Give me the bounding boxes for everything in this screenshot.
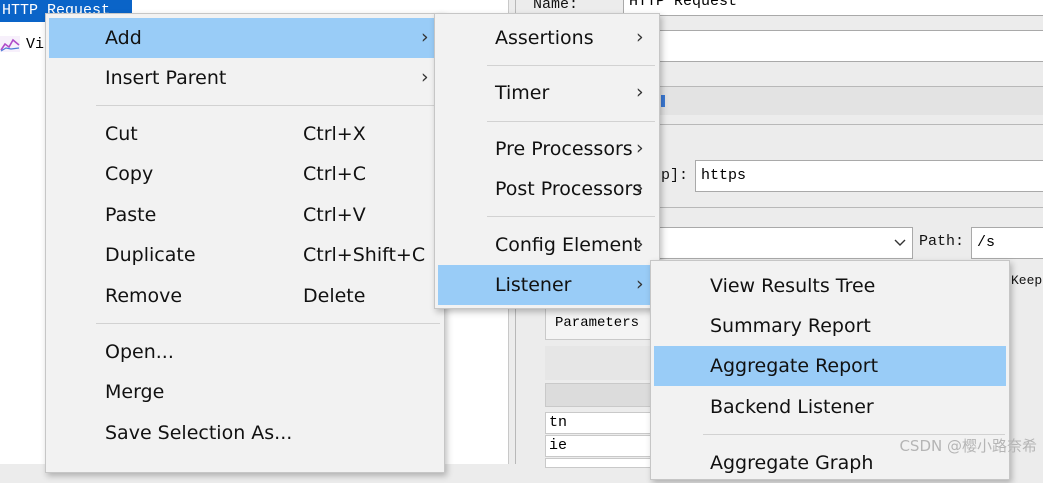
chevron-right-icon: › [421,66,429,88]
menu-item-shortcut: Ctrl+V [303,204,366,226]
chevron-right-icon: › [636,137,644,159]
tab-label: Parameters [555,315,640,331]
chevron-right-icon: › [636,177,644,199]
menu-item-label: Merge [105,381,165,403]
menu-item-label: Summary Report [710,315,871,337]
path-label: Path: [919,233,965,250]
tree-node-view-results[interactable]: Vi [0,32,44,54]
menu-item-save-selection-as[interactable]: Save Selection As... [49,413,441,453]
menu-separator [487,216,655,217]
protocol-value: https [701,167,747,184]
menu-item-timer[interactable]: Timer › [438,73,656,113]
table-row[interactable]: ie [545,435,653,457]
name-value: HTTP Request [629,0,738,10]
menu-item-insert-parent[interactable]: Insert Parent › [49,58,441,98]
table-row[interactable] [545,458,653,468]
menu-item-backend-listener[interactable]: Backend Listener [654,387,1006,427]
comments-field[interactable] [659,30,1043,62]
menu-item-label: Aggregate Graph [710,452,874,474]
menu-item-pre-processors[interactable]: Pre Processors › [438,129,656,169]
menu-item-label: Aggregate Report [710,355,879,377]
chevron-right-icon: › [636,26,644,48]
table-header [545,383,653,407]
add-submenu: Assertions › Timer › Pre Processors › Po… [434,13,660,309]
section-divider [659,207,1043,208]
section-divider [659,124,1043,125]
menu-item-label: Assertions [495,27,594,49]
menu-item-label: Open... [105,341,174,363]
menu-item-label: Copy [105,163,154,185]
chevron-right-icon: › [421,26,429,48]
menu-separator [487,65,655,66]
tab-marker [661,95,665,107]
menu-item-merge[interactable]: Merge [49,372,441,412]
chart-listener-icon [0,35,20,52]
menu-item-label: Paste [105,204,157,226]
menu-item-copy[interactable]: Copy Ctrl+C [49,154,441,194]
table-toolbar [545,346,653,380]
menu-item-add[interactable]: Add › [49,18,441,58]
protocol-label: p]: [661,167,689,184]
menu-item-label: Post Processors [495,178,643,200]
menu-item-post-processors[interactable]: Post Processors › [438,169,656,209]
name-field[interactable]: HTTP Request [623,0,1043,16]
keep-alive-label: Keep [1011,273,1043,288]
chevron-down-icon [894,239,906,246]
path-value: /s [977,234,996,251]
protocol-field[interactable]: https [695,160,1043,192]
tree-node-label: Vi [26,36,45,53]
menu-item-label: Backend Listener [710,396,874,418]
menu-separator [487,121,655,122]
name-label: Name: [533,0,579,13]
menu-item-summary-report[interactable]: Summary Report [654,306,1006,346]
menu-item-remove[interactable]: Remove Delete [49,276,441,316]
menu-item-shortcut: Delete [303,285,366,307]
menu-item-listener[interactable]: Listener › [438,265,656,305]
menu-item-config-element[interactable]: Config Element › [438,225,656,265]
chevron-right-icon: › [636,273,644,295]
menu-separator [96,323,440,324]
menu-item-aggregate-report[interactable]: Aggregate Report [654,346,1006,386]
menu-item-paste[interactable]: Paste Ctrl+V [49,195,441,235]
menu-item-shortcut: Ctrl+C [303,163,366,185]
menu-item-duplicate[interactable]: Duplicate Ctrl+Shift+C [49,235,441,275]
tab-strip [659,87,1043,115]
menu-item-label: Pre Processors [495,138,633,160]
menu-item-label: Save Selection As... [105,422,293,444]
menu-item-label: Insert Parent [105,67,227,89]
tab-parameters[interactable]: Parameters [545,308,655,340]
watermark: CSDN @樱小路奈希 [899,437,1037,455]
path-field[interactable]: /s [971,227,1043,259]
menu-item-shortcut: Ctrl+X [303,123,366,145]
menu-item-cut[interactable]: Cut Ctrl+X [49,114,441,154]
menu-item-shortcut: Ctrl+Shift+C [303,244,426,266]
menu-item-label: Duplicate [105,244,196,266]
menu-item-label: Remove [105,285,183,307]
chevron-right-icon: › [636,81,644,103]
menu-item-label: View Results Tree [710,275,876,297]
menu-separator [96,105,440,106]
menu-item-label: Timer [495,82,550,104]
menu-item-label: Listener [495,274,572,296]
menu-item-open[interactable]: Open... [49,332,441,372]
menu-item-label: Add [105,27,142,49]
chevron-right-icon: › [636,233,644,255]
method-dropdown[interactable] [659,227,913,259]
row-name: tn [549,414,568,431]
table-row[interactable]: tn [545,412,653,434]
menu-item-assertions[interactable]: Assertions › [438,18,656,58]
row-name: ie [549,437,568,454]
context-menu: Add › Insert Parent › Cut Ctrl+X Copy Ct… [45,13,445,473]
menu-item-view-results-tree[interactable]: View Results Tree [654,266,1006,306]
menu-item-label: Cut [105,123,138,145]
menu-item-label: Config Element [495,234,641,256]
